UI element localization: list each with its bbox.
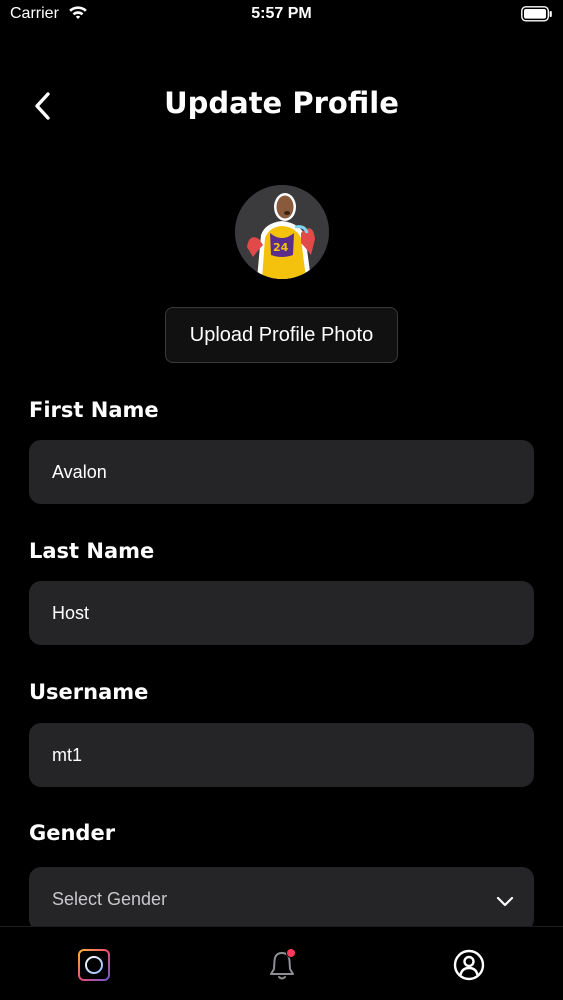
tab-profile[interactable]: [449, 945, 489, 985]
gender-placeholder: Select Gender: [52, 888, 168, 909]
avatar[interactable]: 24: [235, 185, 329, 279]
first-name-value: Avalon: [52, 461, 107, 482]
user-circle-icon: [453, 949, 485, 981]
update-profile-screen: Carrier 5:57 PM Update Profile 24 Upload…: [0, 0, 563, 1000]
username-value: mt1: [52, 744, 83, 765]
gender-select[interactable]: Select Gender: [29, 867, 534, 931]
tab-home[interactable]: [74, 945, 114, 985]
username-label: Username: [29, 680, 149, 704]
clock: 5:57 PM: [251, 5, 312, 22]
notification-badge: [286, 948, 296, 958]
battery-icon: [521, 6, 553, 26]
camera-frame-icon: [78, 949, 110, 981]
first-name-label: First Name: [29, 398, 159, 422]
username-field[interactable]: mt1: [29, 723, 534, 787]
status-bar: Carrier 5:57 PM: [0, 0, 563, 30]
tab-notifications[interactable]: [262, 945, 302, 985]
last-name-field[interactable]: Host: [29, 581, 534, 645]
gender-label: Gender: [29, 821, 116, 845]
upload-profile-photo-button[interactable]: Upload Profile Photo: [165, 307, 398, 363]
last-name-value: Host: [52, 602, 90, 623]
svg-text:24: 24: [273, 241, 289, 254]
tab-bar: [0, 926, 563, 1000]
first-name-field[interactable]: Avalon: [29, 440, 534, 504]
last-name-label: Last Name: [29, 539, 155, 563]
page-title: Update Profile: [164, 86, 399, 120]
chevron-down-icon: [496, 892, 514, 913]
